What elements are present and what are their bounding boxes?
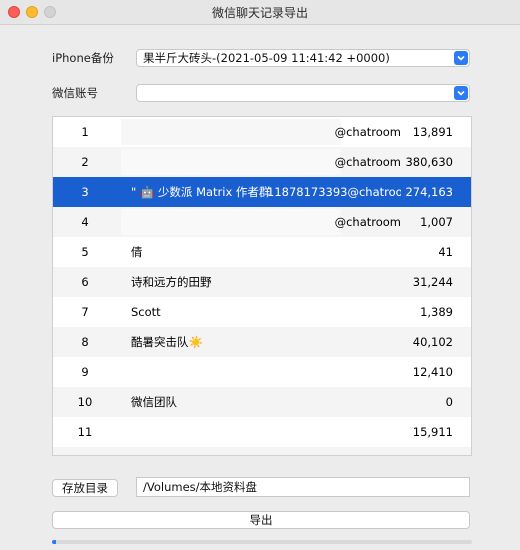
row-number: 3	[81, 185, 89, 199]
window-title: 微信聊天记录导出	[211, 6, 308, 20]
row-message-count: 1,389	[420, 305, 453, 319]
row-chat-id: @chatroom	[334, 215, 401, 229]
row-chat-id: 11878173393@chatroom	[267, 185, 401, 199]
row-chat-id	[267, 417, 401, 447]
table-row[interactable]: 5 倩 41	[53, 237, 471, 267]
row-message-count: 41	[438, 245, 453, 259]
row-chat-id	[267, 447, 401, 455]
row-message-count: 1,007	[420, 215, 453, 229]
account-select[interactable]	[136, 84, 470, 102]
row-chat-id: @chatroom	[334, 125, 401, 139]
row-message-count: 13,891	[412, 125, 453, 139]
row-number: 11	[77, 425, 93, 439]
table-row[interactable]: 4 @chatroom 1,007	[53, 207, 471, 237]
backup-select-value: 果半斤大砖头-(2021-05-09 11:41:42 +0000)	[143, 51, 390, 65]
row-chat-id	[267, 387, 401, 417]
backup-label: iPhone备份	[52, 51, 114, 65]
table-row[interactable]: 1 @chatroom 13,891	[53, 117, 471, 147]
table-row[interactable]: 7 Scott 1,389	[53, 297, 471, 327]
row-message-count: 0	[445, 395, 453, 409]
chevron-updown-icon	[454, 86, 468, 100]
row-chat-id	[267, 267, 401, 297]
chevron-updown-icon	[454, 51, 468, 65]
row-chat-id	[267, 357, 401, 387]
table-row[interactable]: 11 15,911	[53, 417, 471, 447]
row-chat-id	[267, 237, 401, 267]
row-message-count: 274,163	[405, 185, 453, 199]
row-message-count: 12,410	[412, 365, 453, 379]
row-number: 10	[77, 395, 93, 409]
export-button[interactable]: 导出	[52, 511, 470, 529]
table-row[interactable]: 12	[53, 447, 471, 455]
row-number: 2	[81, 155, 89, 169]
row-message-count: 15,911	[412, 425, 453, 439]
row-number: 12	[53, 447, 117, 455]
account-label: 微信账号	[52, 86, 98, 100]
table-row[interactable]: 9 12,410	[53, 357, 471, 387]
export-progress-fill	[52, 540, 57, 544]
row-chat-id	[267, 327, 401, 357]
dir-path-field[interactable]: /Volumes/本地资料盘	[136, 477, 470, 497]
row-number: 5	[81, 245, 89, 259]
title-bar: 微信聊天记录导出	[0, 0, 520, 25]
app-window: 微信聊天记录导出 iPhone备份 果半斤大砖头-(2021-05-09 11:…	[0, 0, 520, 550]
row-number: 1	[81, 125, 89, 139]
row-message-count: 31,244	[412, 275, 453, 289]
row-number: 7	[81, 305, 89, 319]
row-chat-id: @chatroom	[334, 155, 401, 169]
row-chat-id	[267, 297, 401, 327]
table-row[interactable]: 8 酷暑突击队☀️ 40,102	[53, 327, 471, 357]
row-number: 6	[81, 275, 89, 289]
row-message-count	[403, 447, 453, 455]
save-dir-button[interactable]: 存放目录	[52, 479, 118, 497]
row-message-count: 40,102	[412, 335, 453, 349]
row-number: 4	[81, 215, 89, 229]
row-message-count: 380,630	[405, 155, 453, 169]
table-row[interactable]: 10 微信团队 0	[53, 387, 471, 417]
backup-select[interactable]: 果半斤大砖头-(2021-05-09 11:41:42 +0000)	[136, 49, 470, 67]
table-row[interactable]: 2 @chatroom 380,630	[53, 147, 471, 177]
row-number: 9	[81, 365, 89, 379]
table-row[interactable]: 6 诗和远方的田野 31,244	[53, 267, 471, 297]
row-number: 8	[81, 335, 89, 349]
chat-table[interactable]: 1 @chatroom 13,891 2 @chatroom 380,630 3 " 🤖 少数…	[52, 116, 472, 456]
table-row[interactable]: 3 " 🤖 少数派 Matrix 作者群 11878173393@chatroom 2…	[53, 177, 471, 207]
export-progress-bar	[52, 540, 472, 544]
